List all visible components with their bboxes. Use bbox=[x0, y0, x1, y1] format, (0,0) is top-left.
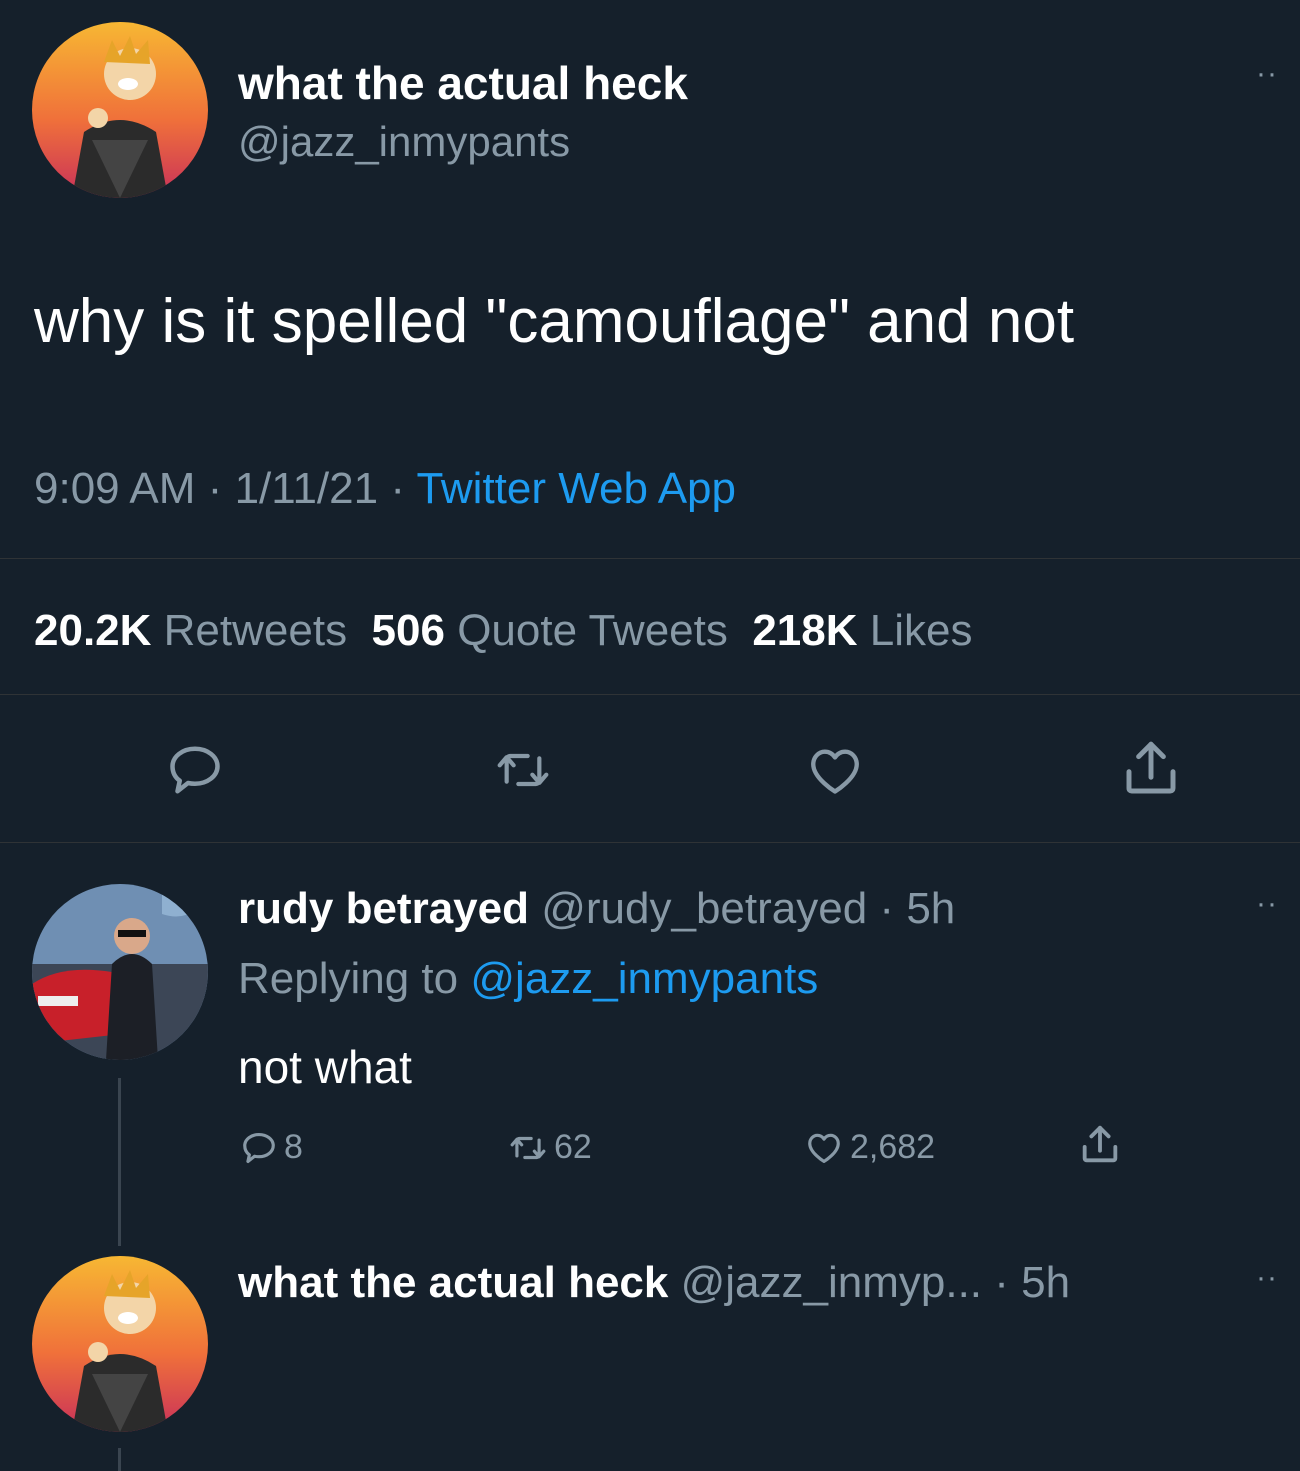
reply-time[interactable]: 5h bbox=[906, 884, 955, 933]
reply-like-button[interactable]: 2,682 bbox=[804, 1128, 935, 1167]
tweet-stats: 20.2K Retweets 506 Quote Tweets 218K Lik… bbox=[34, 606, 972, 656]
next-author-avatar[interactable] bbox=[32, 1256, 208, 1432]
retweets-stat[interactable]: 20.2K Retweets bbox=[34, 606, 347, 655]
meta-separator: · bbox=[390, 464, 405, 513]
more-options-icon[interactable]: ·· bbox=[1256, 1263, 1278, 1293]
thread-line bbox=[118, 1078, 121, 1246]
tweet-text: why is it spelled "camouflage" and not bbox=[34, 287, 1075, 356]
quote-tweets-stat[interactable]: 506 Quote Tweets bbox=[372, 606, 728, 655]
heart-icon[interactable] bbox=[804, 742, 866, 800]
author-avatar[interactable] bbox=[32, 22, 208, 198]
reply-reply-button[interactable]: 8 bbox=[240, 1128, 303, 1167]
replying-to: Replying to @jazz_inmypants bbox=[238, 954, 818, 1004]
tweet-date[interactable]: 1/11/21 bbox=[235, 464, 379, 513]
next-handle[interactable]: @jazz_inmyp... bbox=[681, 1258, 982, 1307]
author-handle[interactable]: @jazz_inmypants bbox=[238, 118, 570, 166]
replying-to-handle[interactable]: @jazz_inmypants bbox=[470, 954, 818, 1003]
next-time[interactable]: 5h bbox=[1021, 1258, 1070, 1307]
tweet-source-link[interactable]: Twitter Web App bbox=[416, 464, 736, 513]
retweet-count: 62 bbox=[554, 1128, 592, 1166]
reply-text: not what bbox=[238, 1041, 412, 1093]
like-count: 2,682 bbox=[850, 1128, 936, 1166]
quote-tweets-label: Quote Tweets bbox=[457, 606, 728, 655]
divider bbox=[0, 842, 1300, 843]
share-icon[interactable] bbox=[1076, 1122, 1124, 1168]
retweet-icon bbox=[508, 1129, 548, 1167]
tweet-meta: 9:09 AM · 1/11/21 · Twitter Web App bbox=[34, 464, 736, 514]
likes-count: 218K bbox=[752, 606, 858, 655]
tweet-time[interactable]: 9:09 AM bbox=[34, 464, 195, 513]
reply-icon[interactable] bbox=[164, 740, 226, 800]
replying-to-label: Replying to bbox=[238, 954, 459, 1003]
reply-display-name[interactable]: rudy betrayed bbox=[238, 884, 529, 933]
retweet-icon[interactable] bbox=[492, 742, 554, 798]
reply-count: 8 bbox=[284, 1128, 303, 1166]
retweets-count: 20.2K bbox=[34, 606, 152, 655]
retweets-label: Retweets bbox=[163, 606, 348, 655]
reply-icon bbox=[240, 1129, 278, 1167]
author-display-name[interactable]: what the actual heck bbox=[238, 56, 688, 110]
meta-separator: · bbox=[207, 464, 223, 513]
reply-author-avatar[interactable] bbox=[32, 884, 208, 1060]
divider bbox=[0, 694, 1300, 695]
more-options-icon[interactable]: ·· bbox=[1256, 59, 1278, 89]
quote-tweets-count: 506 bbox=[371, 606, 445, 655]
divider bbox=[0, 558, 1300, 559]
next-display-name[interactable]: what the actual heck bbox=[238, 1258, 668, 1307]
reply-retweet-button[interactable]: 62 bbox=[508, 1128, 592, 1167]
likes-stat[interactable]: 218K Likes bbox=[752, 606, 972, 655]
reply-time-separator: · bbox=[879, 884, 895, 933]
heart-icon bbox=[804, 1129, 844, 1167]
likes-label: Likes bbox=[869, 606, 973, 655]
thread-line bbox=[118, 1448, 121, 1471]
reply-handle[interactable]: @rudy_betrayed bbox=[541, 884, 867, 933]
more-options-icon[interactable]: ·· bbox=[1256, 889, 1278, 919]
next-time-separator: · bbox=[994, 1258, 1009, 1307]
next-tweet-header: what the actual heck @jazz_inmyp... · 5h bbox=[238, 1258, 1070, 1308]
reply-header: rudy betrayed @rudy_betrayed · 5h bbox=[238, 884, 955, 934]
share-icon[interactable] bbox=[1116, 736, 1186, 802]
